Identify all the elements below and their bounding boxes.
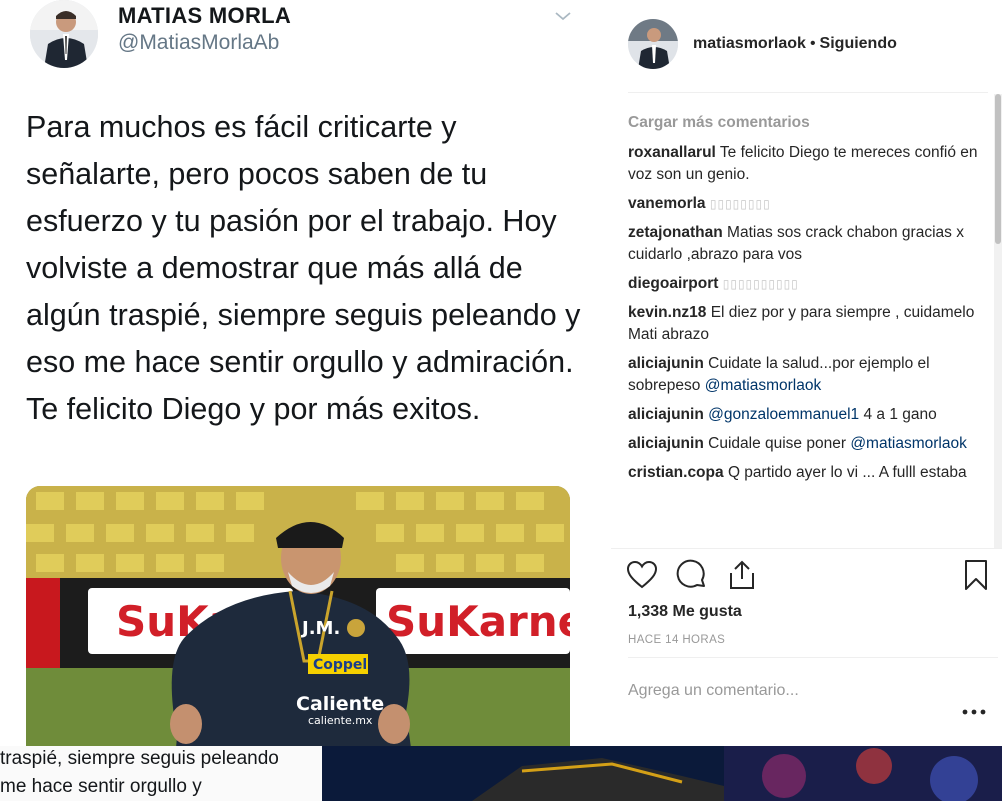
list-item: kevin.nz18 El diez por y para siempre , … — [628, 302, 978, 346]
load-more-comments-link[interactable]: Cargar más comentarios — [628, 112, 978, 134]
comment-username[interactable]: zetajonathan — [628, 224, 723, 241]
shirt-sponsor-3: caliente.mx — [308, 714, 373, 727]
thumbnail-line-2: me hace sentir orgullo y — [0, 776, 202, 797]
heart-icon — [626, 560, 658, 589]
comment-emoji-boxes: ▯▯▯▯▯▯▯▯▯▯ — [722, 277, 799, 291]
list-item: aliciajunin Cuidale quise poner @matiasm… — [628, 433, 978, 455]
comment-text: Cuidale quise poner — [708, 435, 846, 452]
list-item: aliciajunin Cuidate la salud...por ejemp… — [628, 353, 978, 397]
photo-image: SuKarne SuKarne Coppel Caliente caliente… — [26, 486, 570, 746]
comment-mention[interactable]: @matiasmorlaok — [850, 435, 967, 452]
comments-list: Cargar más comentarios roxanallarul Te f… — [628, 112, 978, 548]
comment-username[interactable]: roxanallarul — [628, 144, 716, 161]
comment-button[interactable] — [675, 558, 709, 592]
post-actions — [625, 558, 995, 594]
follow-status-button[interactable]: Siguiendo — [820, 35, 897, 52]
comment-username[interactable]: diegoairport — [628, 275, 718, 292]
comments-scrollbar[interactable] — [994, 94, 1002, 548]
comment-input[interactable]: Agrega un comentario... — [628, 682, 799, 700]
list-item: zetajonathan Matias sos crack chabon gra… — [628, 222, 978, 266]
comment-username[interactable]: vanemorla — [628, 195, 706, 212]
stadium-thumbnail-image — [322, 746, 724, 801]
like-button[interactable] — [625, 558, 659, 592]
tweet-text: Para muchos es fácil criticarte y señala… — [26, 110, 581, 426]
list-item: cristian.copa Q partido ayer lo vi ... A… — [628, 462, 978, 484]
comment-mention[interactable]: @gonzaloemmanuel1 — [708, 406, 859, 423]
comment-mention[interactable]: @matiasmorlaok — [705, 377, 822, 394]
divider — [628, 92, 988, 93]
banner-right-text: SuKarne — [386, 597, 570, 646]
share-button[interactable] — [725, 558, 759, 592]
instagram-panel: matiasmorlaok • Siguiendo Cargar más comen… — [611, 0, 1002, 746]
comment-emoji-boxes: ▯▯▯▯▯▯▯▯ — [709, 197, 771, 211]
comment-username[interactable]: aliciajunin — [628, 406, 704, 423]
list-item: aliciajunin @gonzaloemmanuel1 4 a 1 gano — [628, 404, 978, 426]
divider — [628, 657, 998, 658]
shirt-sponsor-2: Caliente — [296, 693, 384, 715]
comment-username[interactable]: aliciajunin — [628, 355, 704, 372]
chevron-down-icon — [555, 12, 571, 21]
share-icon — [730, 560, 754, 589]
tweet-author-name: MATIAS MORLA — [118, 3, 292, 28]
thumbnail-line-1: traspié, siempre seguis peleando — [0, 748, 279, 769]
list-item: diegoairport ▯▯▯▯▯▯▯▯▯▯ — [628, 273, 978, 295]
speech-bubble-icon — [676, 559, 705, 588]
comment-text: Q partido ayer lo vi ... A fulll estaba — [727, 464, 967, 481]
like-count[interactable]: 1,338 Me gusta — [628, 603, 742, 621]
comment-username[interactable]: kevin.nz18 — [628, 304, 706, 321]
bottom-thumbnail-stadium — [322, 746, 724, 801]
scrollbar-thumb[interactable] — [995, 94, 1001, 244]
save-button[interactable] — [959, 558, 993, 592]
post-timestamp: HACE 14 HORAS — [628, 634, 726, 646]
comment-text: 4 a 1 gano — [863, 406, 937, 423]
shirt-initials: J.M. — [300, 618, 340, 639]
tweet-screenshot: MATIAS MORLA @MatiasMorlaAb Para muchos … — [0, 0, 598, 746]
comment-username[interactable]: aliciajunin — [628, 435, 704, 452]
more-options-icon[interactable] — [961, 700, 987, 720]
bottom-thumbnail-crowd — [724, 746, 1002, 801]
bookmark-icon — [965, 560, 987, 590]
comment-username[interactable]: cristian.copa — [628, 464, 724, 481]
tweet-photo: SuKarne SuKarne Coppel Caliente caliente… — [26, 486, 570, 746]
tweet-author-handle: @MatiasMorlaAb — [118, 31, 280, 54]
header-separator: • — [809, 35, 816, 52]
bottom-thumbnail-text: traspié, siempre seguis peleando me hace… — [0, 746, 322, 801]
post-header: matiasmorlaok • Siguiendo — [693, 35, 897, 53]
shirt-sponsor-1: Coppel — [313, 657, 367, 673]
avatar[interactable] — [628, 19, 678, 69]
post-username[interactable]: matiasmorlaok — [693, 35, 806, 52]
list-item: vanemorla ▯▯▯▯▯▯▯▯ — [628, 193, 978, 215]
list-item: roxanallarul Te felicito Diego te merece… — [628, 142, 978, 186]
divider — [611, 548, 1002, 549]
tweet-avatar — [30, 0, 98, 68]
crowd-thumbnail-image — [724, 746, 1002, 801]
